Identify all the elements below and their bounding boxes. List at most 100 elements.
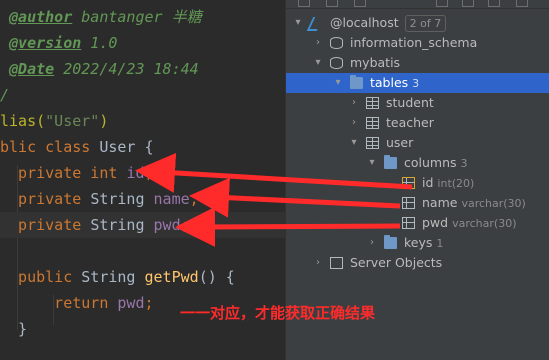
code-token: getPwd	[144, 268, 199, 286]
code-token: String	[90, 216, 154, 234]
tree-item-label: teacher	[386, 115, 434, 130]
code-line: private int id;	[0, 160, 285, 186]
table-icon	[366, 97, 379, 109]
code-token: )	[99, 112, 109, 130]
code-token: blic class	[0, 138, 100, 156]
code-token: }	[0, 320, 28, 338]
tree-item-label: keys	[404, 235, 433, 250]
database-icon	[330, 57, 343, 69]
tree-item-student[interactable]: › student	[286, 93, 549, 113]
column-type: varchar(30)	[452, 217, 517, 230]
toolbar-button-icon[interactable]	[298, 0, 310, 7]
column-icon	[402, 217, 415, 229]
tree-item-teacher[interactable]: › teacher	[286, 113, 549, 133]
code-token: name	[153, 190, 190, 208]
tree-item-id[interactable]: id int(20)	[286, 173, 549, 193]
column-type: varchar(30)	[461, 197, 526, 210]
toolbar-button-icon[interactable]	[462, 0, 474, 7]
code-token: return	[0, 294, 118, 312]
toolbar-button-icon[interactable]	[488, 0, 500, 7]
code-token: 2022/4/23 18:44	[54, 60, 199, 78]
tree-item-user[interactable]: ▾ user	[286, 133, 549, 153]
database-icon	[330, 37, 343, 49]
expand-right-icon[interactable]: ›	[348, 113, 360, 133]
code-token: bantanger 半糖	[72, 8, 202, 26]
tree-item-information-schema[interactable]: › information_schema	[286, 33, 549, 53]
expand-down-icon[interactable]: ▾	[312, 53, 324, 73]
annotation-text: 一一对应，才能获取正确结果	[180, 304, 376, 322]
child-count: 3	[412, 77, 420, 90]
tree-item-label: user	[386, 135, 414, 150]
tree-item-label: Server Objects	[350, 255, 443, 270]
column-type: int(20)	[437, 177, 475, 190]
code-token: /	[0, 86, 10, 104]
tree-item-label: pwd	[422, 215, 449, 230]
code-token: ;	[180, 216, 190, 234]
expand-right-icon[interactable]: ›	[366, 233, 378, 253]
code-token: @author	[9, 8, 73, 26]
primary-key-column-icon	[402, 177, 415, 189]
toolbar-button-icon[interactable]	[436, 0, 448, 7]
table-icon	[366, 137, 379, 149]
code-token: () {	[198, 268, 235, 286]
code-token: @Date	[9, 60, 55, 78]
expand-down-icon[interactable]: ▾	[292, 13, 304, 33]
code-token: String	[81, 268, 145, 286]
code-line: private String name;	[0, 186, 285, 212]
tree-item-label: id	[422, 175, 434, 190]
tree-item-pwd[interactable]: pwd varchar(30)	[286, 213, 549, 233]
expand-right-icon[interactable]: ›	[312, 33, 324, 53]
code-line: @version 1.0	[0, 30, 285, 56]
code-token: ;	[144, 164, 154, 182]
code-token: ;	[144, 294, 154, 312]
tree-item-label: information_schema	[350, 35, 478, 50]
code-token: private	[0, 216, 91, 234]
code-token: "User"	[45, 112, 100, 130]
folder-icon	[384, 235, 397, 249]
code-line: @Date 2022/4/23 18:44	[0, 56, 285, 82]
tree-item-label: student	[386, 95, 434, 110]
tree-item-tables[interactable]: ▾ tables 3	[286, 73, 549, 93]
server-objects-icon	[330, 257, 343, 269]
schema-count-badge[interactable]: 2 of 7	[404, 15, 447, 32]
expand-right-icon[interactable]: ›	[348, 93, 360, 113]
code-token: private	[0, 190, 91, 208]
tree-item-label: columns	[404, 155, 457, 170]
code-token: 1.0	[81, 34, 118, 52]
folder-icon	[384, 155, 397, 169]
code-token: public	[0, 268, 82, 286]
tree-item-label: name	[422, 195, 458, 210]
code-line: blic class User {	[0, 134, 285, 160]
tree-item-server-objects[interactable]: › Server Objects	[286, 253, 549, 273]
code-token: pwd	[117, 294, 145, 312]
tree-item-columns[interactable]: ▾ columns 3	[286, 153, 549, 173]
expand-down-icon[interactable]: ▾	[332, 73, 344, 93]
code-token: String	[90, 190, 154, 208]
expand-right-icon[interactable]: ›	[312, 253, 324, 273]
code-token: ;	[189, 190, 199, 208]
table-icon	[366, 117, 379, 129]
database-toolbar	[286, 0, 549, 9]
tree-item-label: mybatis	[350, 55, 401, 70]
toolbar-button-icon[interactable]	[326, 0, 338, 7]
tree-item-keys[interactable]: › keys 1	[286, 233, 549, 253]
tree-item-mybatis[interactable]: ▾ mybatis	[286, 53, 549, 73]
column-icon	[402, 197, 415, 209]
code-token: pwd	[153, 216, 181, 234]
code-line: lias("User")	[0, 108, 285, 134]
toolbar-button-icon[interactable]	[354, 0, 366, 7]
tree-item--localhost[interactable]: ▾ @localhost 2 of 7	[286, 13, 549, 33]
expand-down-icon[interactable]: ▾	[348, 133, 360, 153]
toolbar-button-icon[interactable]	[516, 0, 528, 7]
folder-icon	[350, 75, 363, 89]
expand-down-icon[interactable]: ▾	[366, 153, 378, 173]
code-token: id	[126, 164, 145, 182]
tree-item-name[interactable]: name varchar(30)	[286, 193, 549, 213]
child-count: 3	[460, 157, 468, 170]
tree-item-label: @localhost	[330, 15, 399, 30]
code-token: @version	[9, 34, 82, 52]
